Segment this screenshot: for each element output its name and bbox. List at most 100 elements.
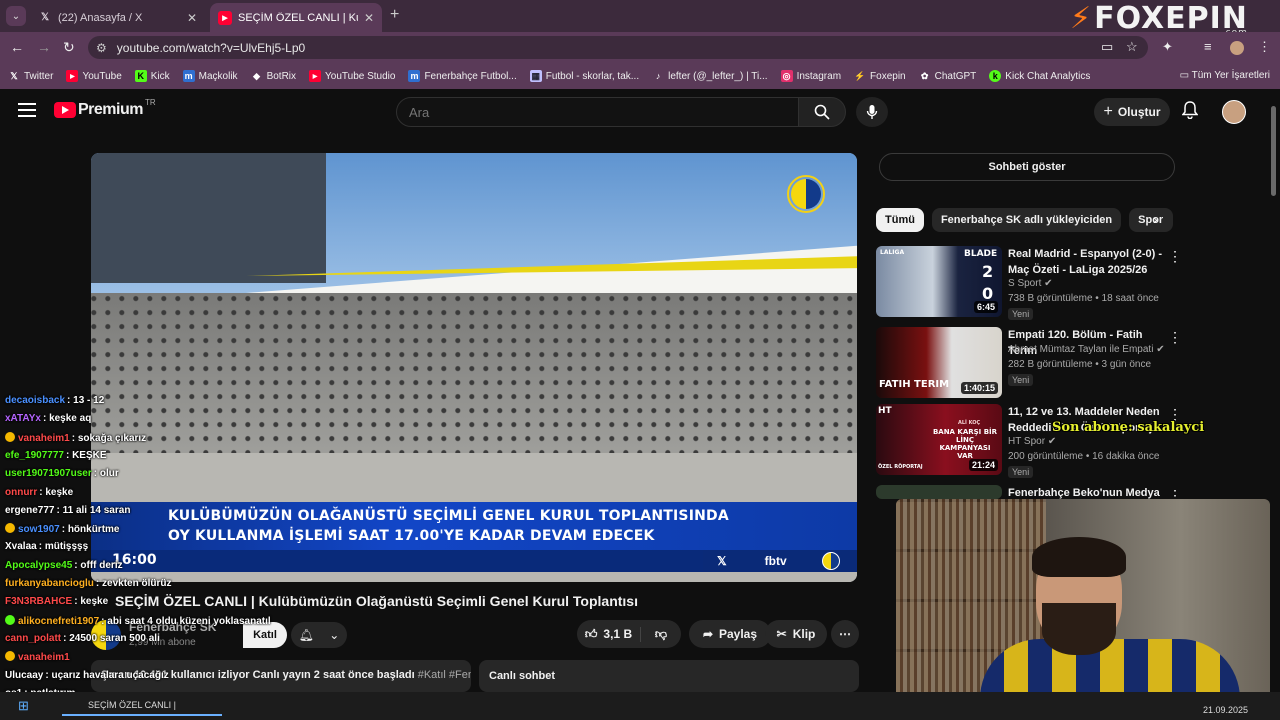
extensions-icon[interactable]: ✦ [1162,39,1173,55]
profile-avatar[interactable] [1230,41,1244,55]
chat-username: Xvalaa [5,541,37,553]
tab-search-button[interactable]: ⌄ [6,6,26,26]
chat-username: Apocalypse45 [5,559,73,571]
more-horizontal-icon: ⋯ [839,627,851,641]
chat-badge-icon [5,431,15,442]
chip-sports[interactable]: Spor [1129,208,1174,232]
chat-username: F3N3RBAHCE [5,596,73,608]
browser-tab-bar: ⌄ 𝕏 (22) Anasayfa / X ✕ ▶ SEÇİM ÖZEL CAN… [0,0,1280,38]
bookmark-youtube[interactable]: ▶ YouTube [66,70,122,82]
bookmark-twitter[interactable]: 𝕏 Twitter [8,70,53,82]
chat-username: onnurr [5,486,38,498]
bookmark-chatgpt[interactable]: ✿ ChatGPT [919,70,976,82]
bookmark-youtube-studio[interactable]: ▶ YouTube Studio [309,70,395,82]
youtube-masthead: Premium TR +Oluştur [0,89,1280,134]
all-bookmarks-folder[interactable]: ▭ Tüm Yer İşaretleri [1180,70,1270,81]
new-badge: Yeni [1008,374,1034,386]
create-button[interactable]: + Oluştur [1094,98,1170,126]
taskbar-active-indicator [62,696,222,716]
close-icon[interactable]: ✕ [187,11,197,25]
x-logo-icon: 𝕏 [40,12,50,23]
chat-message: efe_1907777: KEŞKE [5,449,107,461]
back-arrow-icon[interactable]: ← [10,39,24,55]
chat-message: Apocalypse45: offf deriz [5,559,123,571]
live-chat-header[interactable]: Canlı sohbet [479,660,859,692]
bookmark-star-icon[interactable]: ☆ [1126,39,1138,55]
chat-text: olur [99,468,119,480]
chat-username: efe_1907777 [5,449,64,461]
chat-message: decaoisback: 13 - 12 [5,395,105,406]
chat-username: decaoisback [5,395,66,406]
more-vertical-icon[interactable]: ⋮ [1168,329,1182,346]
search-icon [814,104,830,120]
cast-icon[interactable]: ▭ [1101,39,1113,55]
chat-text: abi saat 4 oldu küzeni yoklasanatıl [107,615,271,627]
more-vertical-icon[interactable]: ⋮ [1168,248,1182,265]
clip-button[interactable]: ✂ Klip [765,620,827,648]
voice-search-button[interactable] [856,97,888,127]
bookmark-kick-analytics[interactable]: k Kick Chat Analytics [989,70,1090,82]
chip-from-uploader[interactable]: Fenerbahçe SK adlı yükleyiciden [931,208,1122,232]
chat-username: Ulucaay [5,669,44,681]
recommended-video[interactable]: Fenerbahçe Beko'nun Medya ⋮ [876,485,1184,503]
bookmark-tiktok[interactable]: ♪ lefter (@_lefter_) | Ti... [652,70,768,82]
windows-start-icon[interactable]: ⊞ [18,698,29,714]
duration-badge: 21:24 [968,459,998,471]
bookmark-kick[interactable]: K Kick [134,70,170,82]
share-button[interactable]: ➦ Paylaş [689,620,771,648]
recommended-video[interactable]: LALIGA BLADE 2 0 6:45 Real Madrid - Espa… [876,246,1184,320]
chat-text: 13 - 12 [73,395,105,406]
foxepin-icon: ⚡ [854,70,866,81]
kick-icon: K [134,70,147,82]
fbtv-strip: 𝕏 fbtv [703,550,857,572]
tab-x-home[interactable]: 𝕏 (22) Anasayfa / X ✕ [30,3,205,32]
subscription-bell-button[interactable]: 🔔︎ ⌄ [291,622,347,648]
x-logo-icon: 𝕏 [717,554,727,568]
forward-arrow-icon[interactable]: → [37,39,51,55]
notifications-bell-icon[interactable] [1181,101,1199,124]
tab-youtube-live[interactable]: ▶ SEÇİM ÖZEL CANLI | Ku ✕ [210,3,382,32]
dislike-button[interactable]: 👎︎ [641,627,681,642]
hamburger-menu-icon[interactable] [18,103,36,117]
share-arrow-icon: ➦ [702,627,713,641]
recommended-video[interactable]: FATIH TERIM 1:40:15 Empati 120. Bölüm - … [876,327,1184,399]
media-controls-icon[interactable]: ≡ [1204,39,1212,54]
tab-title: (22) Anasayfa / X [58,11,143,24]
botrix-icon: ◆ [253,70,261,81]
youtube-premium-logo[interactable]: Premium TR [54,98,156,119]
chat-username: xATAYx [5,413,41,425]
bookmark-fenerbahce-futbol[interactable]: m Fenerbahçe Futbol... [408,70,517,82]
bookmark-flashscore[interactable]: ▦ Futbol - skorlar, tak... [529,70,639,82]
account-avatar[interactable] [1222,100,1246,124]
x-logo-icon: 𝕏 [10,70,18,81]
chat-username: vanaheim1 [18,652,70,664]
bookmark-instagram[interactable]: ◎ Instagram [780,70,841,82]
search-input[interactable] [397,98,798,127]
duration-badge: 1:40:15 [960,382,998,394]
chat-badge-icon [5,614,15,625]
recommended-video[interactable]: HT ALİ KOÇ BANA KARŞI BİR LİNÇ KAMPANYAS… [876,404,1184,478]
more-actions-button[interactable]: ⋯ [831,620,859,648]
mackolik-icon: m [408,70,421,82]
fbtv-label: fbtv [764,554,787,568]
chip-all[interactable]: Tümü [876,208,924,232]
address-input[interactable]: ⚙ youtube.com/watch?v=UlvEhj5-Lp0 [88,36,1148,59]
search-button[interactable] [798,97,846,127]
chat-message: Xvalaa: mütişşşş [5,541,89,553]
like-button[interactable]: 👍︎ 3,1 B [577,626,641,642]
chevron-right-icon[interactable]: › [1153,211,1158,227]
new-tab-button[interactable]: + [390,6,399,24]
bookmark-botrix[interactable]: ◆ BotRix [251,70,296,82]
menu-kebab-icon[interactable]: ⋮ [1258,39,1271,55]
site-info-icon[interactable]: ⚙ [96,41,107,55]
duration-badge: 6:45 [973,301,998,313]
chat-username: cann_polatt [5,632,62,644]
reload-icon[interactable]: ↻ [63,39,75,56]
taskbar-date: 21.09.2025 [1203,705,1249,715]
close-icon[interactable]: ✕ [364,11,374,25]
bookmark-mackolik[interactable]: m Maçkolik [182,70,238,82]
bookmark-foxepin[interactable]: ⚡ Foxepin [854,70,905,82]
show-chat-button[interactable]: Sohbeti göster [879,153,1175,181]
filter-chips: Tümü Fenerbahçe SK adlı yükleyiciden Spo… [876,208,1174,232]
page-scrollbar[interactable] [1270,96,1277,682]
